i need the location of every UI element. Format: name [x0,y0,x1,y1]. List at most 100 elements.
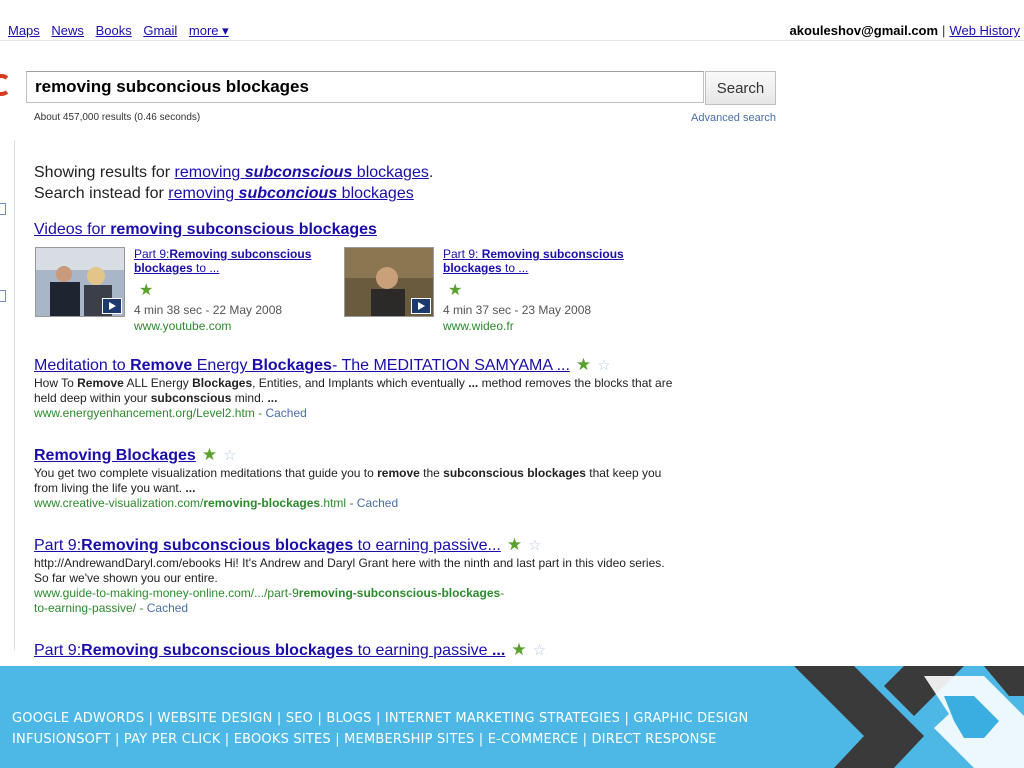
instead-prefix: Search instead for [34,185,169,202]
star-outline-icon[interactable]: ☆ [533,641,546,659]
search-instead-line: Search instead for removing subconcious … [34,183,433,204]
video-source-url: www.youtube.com [134,319,232,333]
cached-link[interactable]: Cached [357,496,398,510]
account-email: akouleshov@gmail.com [789,23,939,38]
title-text: Meditation to [34,357,131,374]
snippet-text: mind. [231,391,268,405]
result-url-row: www.guide-to-making-money-online.com/...… [34,586,505,615]
starred-icon[interactable]: ★ [576,355,591,375]
title-bold: Removing Blockages [34,447,196,464]
left-sidebar-fragment [0,120,15,650]
starred-icon[interactable]: ★ [507,535,522,555]
spelling-correction: Showing results for removing subconsciou… [34,162,433,204]
nav-news[interactable]: News [51,23,84,38]
showing-end: . [428,164,434,181]
footer-line: GOOGLE ADWORDS | WEBSITE DESIGN | SEO | … [12,711,749,726]
snippet-bold: Remove [77,376,124,390]
title-bold: Remove [130,357,193,374]
nav-more-dropdown[interactable]: more ▾ [189,23,229,38]
video-source-url: www.wideo.fr [443,319,514,333]
star-outline-icon[interactable]: ☆ [528,536,541,554]
starred-icon[interactable]: ★ [139,280,153,300]
title-text: Energy [192,357,252,374]
videos-heading-query: removing subconscious blockages [110,221,377,238]
video-meta: 4 min 37 sec - 23 May 2008 [443,303,592,317]
footer-line: INFUSIONSOFT | PAY PER CLICK | EBOOKS SI… [12,732,717,747]
title-bold: Removing subconscious blockages [81,537,354,554]
result-title-link[interactable]: Removing Blockages [34,447,196,464]
title-text: Part 9: [34,642,82,659]
original-pre: removing [168,185,239,202]
video-title-pre: Part 9: [443,247,482,261]
video-thumbnail[interactable] [35,247,125,317]
result-snippet: http://AndrewandDaryl.com/ebooks Hi! It'… [34,556,665,585]
search-form: Search [26,71,776,105]
starred-icon[interactable]: ★ [448,280,462,300]
snippet-bold: subconscious [443,466,524,480]
video-title-pre: Part 9: [134,247,170,261]
result-url: www.energyenhancement.org/Level2.htm [34,406,255,420]
search-button[interactable]: Search [705,71,776,105]
nav-gmail[interactable]: Gmail [143,23,177,38]
videos-heading-link[interactable]: Videos for removing subconscious blockag… [34,221,377,239]
star-outline-icon[interactable]: ☆ [597,356,610,374]
video-thumbnail[interactable] [344,247,434,317]
result-stats: About 457,000 results (0.46 seconds) [34,112,201,123]
snippet-bold: Blockages [192,376,253,390]
snippet-text: ALL Energy [123,376,193,390]
snippet-text: the [419,466,444,480]
result-url: www.creative-visualization.com/ [34,496,204,510]
search-input[interactable] [26,71,704,103]
starred-icon[interactable]: ★ [202,445,217,465]
play-icon [102,298,122,314]
result-url-bold: removing-subconscious-blockages [298,586,501,600]
sidebar-checkbox-icon[interactable] [0,290,6,302]
result-title-link[interactable]: Part 9:Removing subconscious blockages t… [34,642,505,659]
result-title-link[interactable]: Part 9:Removing subconscious blockages t… [34,537,501,554]
logo-fragment[interactable] [0,72,9,98]
nav-books[interactable]: Books [96,23,132,38]
result-url-row: www.energyenhancement.org/Level2.htm - C… [34,406,307,420]
sidebar-checkbox-icon[interactable] [0,203,6,215]
top-bar: Maps News Books Gmail more ▾ akouleshov@… [0,0,1024,41]
cached-link[interactable]: Cached [147,601,188,615]
corrected-query-link[interactable]: removing subconscious blockages [175,164,429,181]
snippet-text: You get two complete visualization medit… [34,466,378,480]
snippet-bold: ... [468,376,479,390]
result-snippet: How To Remove ALL Energy Blockages, Enti… [34,376,674,406]
result-url-bold: removing-blockages [203,496,321,510]
footer-services: GOOGLE ADWORDS | WEBSITE DESIGN | SEO | … [12,708,748,750]
nav-maps[interactable]: Maps [8,23,40,38]
search-result: Meditation to Remove Energy Blockages- T… [34,355,674,421]
title-bold: Blockages [251,357,332,374]
result-url: .html [320,496,347,510]
result-url: to-earning-passive/ [34,601,137,615]
top-nav: Maps News Books Gmail more ▾ [8,23,237,39]
title-text: to earning passive [353,642,492,659]
original-query-link[interactable]: removing subconcious blockages [168,185,413,202]
decorative-logo-icon [794,666,1024,768]
logo-g-icon [0,74,9,96]
starred-icon[interactable]: ★ [511,640,526,660]
advanced-search-link[interactable]: Advanced search [691,112,776,124]
original-word: subconcious [238,185,338,202]
cached-link[interactable]: Cached [265,406,306,420]
title-text: - The MEDITATION SAMYAMA ... [331,357,570,374]
video-title-link[interactable]: Part 9:Removing subconscious blockages t… [134,247,344,275]
video-title-link[interactable]: Part 9: Removing subconscious blockages … [443,247,653,275]
videos-heading-prefix: Videos for [34,221,111,238]
search-result: Part 9:Removing subconscious blockages t… [34,535,674,616]
result-url-row: www.creative-visualization.com/removing-… [34,496,399,510]
result-url: - [500,586,505,600]
snippet-bold: subconscious [150,391,232,405]
result-title-link[interactable]: Meditation to Remove Energy Blockages- T… [34,357,570,374]
web-history-link[interactable]: Web History [949,23,1020,38]
showing-results-line: Showing results for removing subconsciou… [34,162,433,183]
title-text: to earning passive... [353,537,501,554]
play-icon [411,298,431,314]
snippet-bold: ... [185,481,196,495]
search-result: Removing Blockages ★ ☆ You get two complet… [34,445,674,511]
video-title-post: to ... [501,261,529,275]
star-outline-icon[interactable]: ☆ [223,446,236,464]
result-url: www.guide-to-making-money-online.com/...… [34,586,299,600]
